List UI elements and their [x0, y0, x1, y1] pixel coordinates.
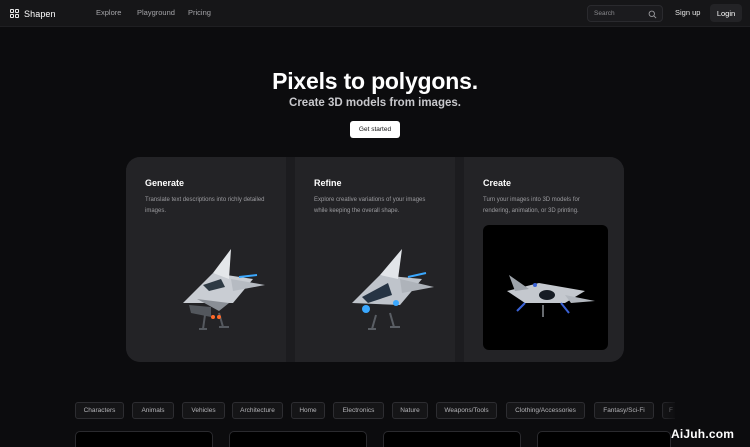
card-title: Create: [483, 178, 512, 188]
card-description: Translate text descriptions into richly …: [145, 197, 265, 214]
card-title: Refine: [314, 178, 342, 188]
brand-name: Shapen: [24, 8, 56, 19]
category-filters: Characters Animals Vehicles Architecture…: [75, 402, 675, 419]
hero-subtitle: Create 3D models from images.: [289, 97, 461, 109]
top-nav: Shapen Explore Playground Pricing Search…: [0, 0, 750, 27]
get-started-button[interactable]: Get started: [350, 121, 400, 138]
category-chip[interactable]: Home: [291, 402, 325, 419]
category-chip[interactable]: Fantasy/Sci-Fi: [594, 402, 654, 419]
spaceship-image: [145, 225, 270, 350]
search-input[interactable]: Search: [587, 5, 663, 22]
card-generate[interactable]: Generate Translate text descriptions int…: [126, 157, 286, 362]
category-chip[interactable]: Nature: [392, 402, 428, 419]
category-chip[interactable]: Electronics: [333, 402, 384, 419]
gallery-tile[interactable]: [537, 431, 671, 447]
nav-link-playground[interactable]: Playground: [137, 8, 175, 17]
category-chip[interactable]: Weapons/Tools: [436, 402, 497, 419]
card-refine[interactable]: Refine Explore creative variations of yo…: [295, 157, 455, 362]
spaceship-image: [314, 225, 439, 350]
category-chip[interactable]: Characters: [75, 402, 124, 419]
card-create[interactable]: Create Turn your images into 3D models f…: [464, 157, 624, 362]
watermark: AiJuh.com: [671, 427, 735, 441]
scroll-fade: [660, 398, 680, 422]
category-chip[interactable]: Architecture: [232, 402, 283, 419]
card-title: Generate: [145, 178, 185, 188]
gallery-tile[interactable]: [229, 431, 367, 447]
search-icon: [648, 10, 657, 19]
gallery-tile[interactable]: [383, 431, 521, 447]
shapes-icon: [10, 9, 19, 18]
category-chip[interactable]: Vehicles: [182, 402, 225, 419]
signup-link[interactable]: Sign up: [675, 8, 700, 17]
gallery-tile[interactable]: [75, 431, 213, 447]
hero-title: Pixels to polygons.: [272, 68, 478, 94]
nav-link-pricing[interactable]: Pricing: [188, 8, 211, 17]
category-chip[interactable]: Clothing/Accessories: [506, 402, 585, 419]
feature-cards: Generate Translate text descriptions int…: [126, 157, 624, 362]
search-placeholder: Search: [594, 10, 615, 17]
card-description: Explore creative variations of your imag…: [314, 197, 426, 214]
login-button[interactable]: Login: [710, 4, 742, 22]
category-chip[interactable]: Animals: [132, 402, 174, 419]
3d-model-preview[interactable]: [483, 225, 608, 350]
card-description: Turn your images into 3D models for rend…: [483, 197, 580, 214]
nav-link-explore[interactable]: Explore: [96, 8, 121, 17]
brand-logo[interactable]: Shapen: [10, 7, 56, 20]
